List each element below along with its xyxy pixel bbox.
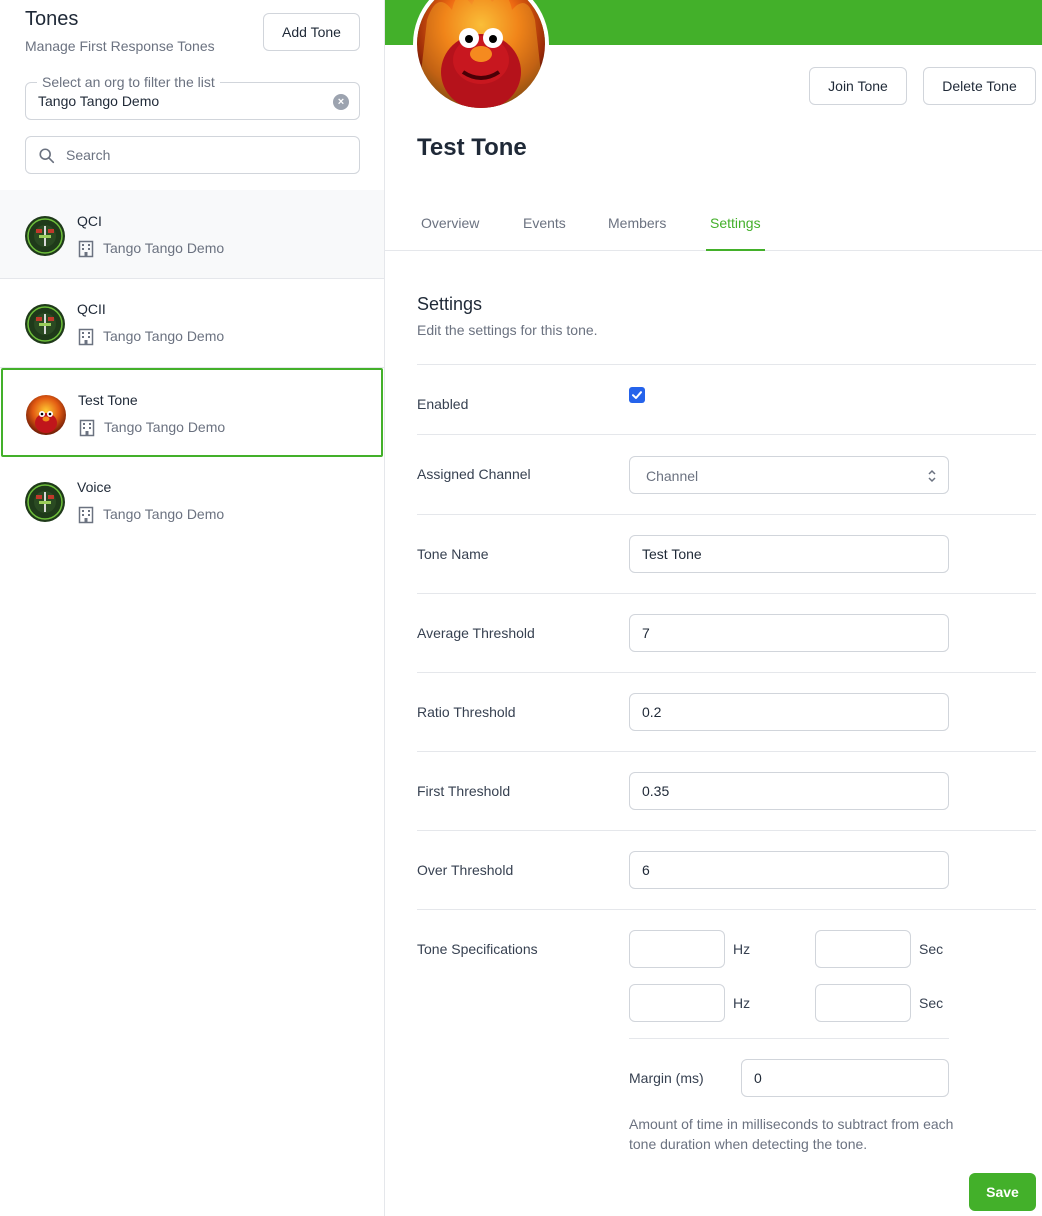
tab-members[interactable]: Members [604,215,670,251]
search-icon [39,148,55,164]
avatar [25,482,65,522]
flame-avatar-icon [417,0,545,108]
divider [417,672,1036,673]
divider [417,909,1036,910]
tone-detail: Join Tone Delete Tone Test Tone Overview… [385,0,1042,1216]
divider [417,514,1036,515]
divider [417,830,1036,831]
tab-label: Members [608,215,667,231]
tone-2-hz-field[interactable] [629,984,725,1022]
ratio-threshold-value: 0.2 [642,704,662,720]
divider [417,434,1036,435]
first-threshold-field[interactable]: 0.35 [629,772,949,810]
delete-tone-button[interactable]: Delete Tone [923,67,1036,105]
tone-specifications-label: Tone Specifications [417,941,538,957]
page-title: Test Tone [417,134,527,161]
emblem-icon [25,482,65,522]
emblem-icon [25,216,65,256]
tone-name-label: Tone Name [417,546,489,562]
tab-label: Events [523,215,566,231]
tab-label: Overview [421,215,480,231]
save-button[interactable]: Save [969,1173,1036,1211]
margin-field[interactable]: 0 [741,1059,949,1097]
list-item-org-name: Tango Tango Demo [103,240,225,256]
over-threshold-value: 6 [642,862,650,878]
list-item-name: QCI [77,213,102,229]
checkmark-icon [632,391,642,399]
list-item-org-name: Tango Tango Demo [103,506,225,522]
average-threshold-field[interactable]: 7 [629,614,949,652]
first-threshold-value: 0.35 [642,783,670,799]
avatar [25,304,65,344]
join-tone-button[interactable]: Join Tone [809,67,907,105]
emblem-icon [25,304,65,344]
channel-select[interactable]: Channel [629,456,949,494]
list-item-name: Voice [77,479,112,495]
tone-name-field[interactable]: Test Tone [629,535,949,573]
over-threshold-field[interactable]: 6 [629,851,949,889]
list-item[interactable]: QCII Tango Tango Demo [0,279,384,368]
building-icon [78,240,94,258]
divider [417,593,1036,594]
list-item-org-name: Tango Tango Demo [104,419,226,435]
list-item-org-name: Tango Tango Demo [103,328,225,344]
list-item[interactable]: QCI Tango Tango Demo [0,190,384,279]
tab-settings[interactable]: Settings [706,215,765,251]
margin-label: Margin (ms) [629,1070,704,1086]
tone-1-hz-field[interactable] [629,930,725,968]
hz-unit-label: Hz [733,995,751,1011]
tone-avatar [413,0,549,112]
chevron-up-down-icon [928,469,936,483]
flame-avatar-icon [26,395,66,435]
org-filter-value: Tango Tango Demo [38,93,160,109]
section-subtitle: Edit the settings for this tone. [417,322,598,338]
list-item-name: Test Tone [78,392,138,408]
building-icon [79,419,95,437]
tone-name-value: Test Tone [642,546,702,562]
tone-list: QCI Tango Tango Demo QCII Tango Tango De… [0,190,384,546]
tab-overview[interactable]: Overview [417,215,483,251]
assigned-channel-label: Assigned Channel [417,466,531,482]
tab-events[interactable]: Events [519,215,570,251]
divider [629,1038,949,1039]
average-threshold-value: 7 [642,625,650,641]
tab-label: Settings [710,215,761,231]
building-icon [78,328,94,346]
margin-help-text: Amount of time in milliseconds to subtra… [629,1116,954,1152]
search-input[interactable] [66,145,346,165]
list-item-name: QCII [77,301,106,317]
list-item[interactable]: Voice Tango Tango Demo [0,457,384,546]
margin-value: 0 [754,1070,762,1086]
ratio-threshold-label: Ratio Threshold [417,704,516,720]
section-title: Settings [417,294,483,314]
over-threshold-label: Over Threshold [417,862,514,878]
list-item[interactable]: Test Tone Tango Tango Demo [1,368,383,457]
average-threshold-label: Average Threshold [417,625,535,641]
tones-sidebar: Tones Manage First Response Tones Add To… [0,0,385,1216]
tab-bar: Overview Events Members Settings [385,199,1042,251]
sidebar-subtitle: Manage First Response Tones [25,38,215,54]
hz-unit-label: Hz [733,941,751,957]
sidebar-title: Tones [25,8,79,30]
building-icon [78,506,94,524]
enabled-checkbox[interactable] [629,387,645,403]
org-filter-label: Select an org to filter the list [37,74,220,90]
search-box [25,136,360,174]
tone-2-sec-field[interactable] [815,984,911,1022]
avatar [26,395,66,435]
divider [417,751,1036,752]
tone-1-sec-field[interactable] [815,930,911,968]
first-threshold-label: First Threshold [417,783,511,799]
enabled-label: Enabled [417,396,469,412]
channel-placeholder: Channel [646,468,699,484]
org-filter-select[interactable]: Select an org to filter the list Tango T… [25,74,360,120]
avatar [25,216,65,256]
ratio-threshold-field[interactable]: 0.2 [629,693,949,731]
sec-unit-label: Sec [919,995,944,1011]
sec-unit-label: Sec [919,941,944,957]
divider [417,364,1036,365]
clear-icon[interactable]: × [333,94,349,110]
add-tone-button[interactable]: Add Tone [263,13,360,51]
